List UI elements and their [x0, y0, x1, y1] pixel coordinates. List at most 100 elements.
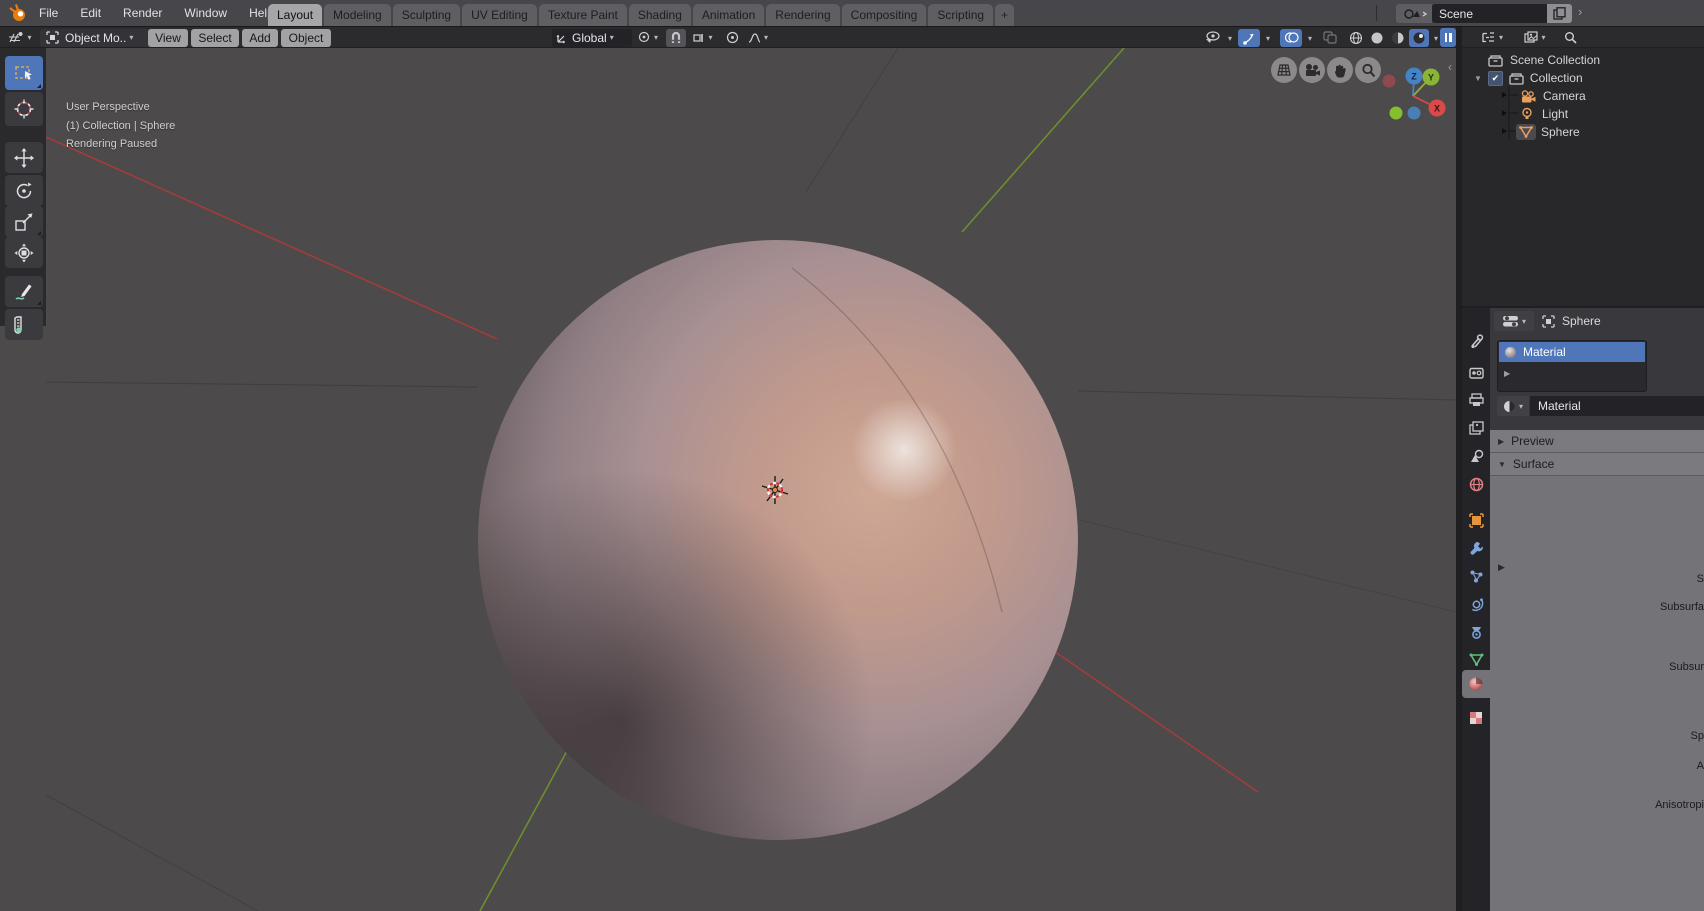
- pause-render-button[interactable]: [1440, 28, 1456, 47]
- select-menu-button[interactable]: Select: [191, 29, 239, 47]
- material-slot-list: Material ▶: [1497, 340, 1647, 392]
- pause-icon: [1445, 33, 1448, 42]
- tool-cursor[interactable]: [5, 92, 43, 126]
- outliner-display-mode-dropdown[interactable]: ▾: [1518, 29, 1552, 46]
- xray-toggle[interactable]: [1320, 29, 1340, 47]
- new-scene-button[interactable]: [1547, 4, 1572, 23]
- add-workspace-button[interactable]: +: [995, 4, 1014, 26]
- region-collapse-chevron[interactable]: ‹: [1448, 60, 1452, 74]
- axis-ball-negx[interactable]: [1383, 75, 1396, 88]
- mode-dropdown[interactable]: Object Mo.. ▾: [40, 29, 164, 47]
- show-gizmo-toggle[interactable]: [1238, 29, 1260, 47]
- slot-list-expander[interactable]: ▶: [1504, 369, 1510, 378]
- axis-ball-negz[interactable]: [1408, 107, 1421, 120]
- gizmo-dropdown-chevron[interactable]: ▾: [1266, 34, 1270, 43]
- tab-scene[interactable]: [1462, 443, 1490, 469]
- tool-move[interactable]: [5, 142, 43, 173]
- material-name: Material: [1538, 399, 1581, 413]
- snap-magnet-toggle[interactable]: [666, 29, 686, 47]
- tab-view-layer[interactable]: [1462, 415, 1490, 441]
- editor-type-3dview-button[interactable]: ▾: [4, 29, 36, 46]
- snap-target-dropdown[interactable]: ▾: [688, 29, 718, 47]
- axis-ball-negy[interactable]: [1390, 107, 1403, 120]
- shading-solid-button[interactable]: [1367, 29, 1387, 47]
- object-visibility-button[interactable]: [1200, 29, 1224, 47]
- tab-object[interactable]: [1462, 507, 1490, 533]
- proportional-falloff-dropdown[interactable]: ▾: [744, 29, 772, 47]
- material-name-field[interactable]: Material: [1530, 396, 1704, 416]
- tool-measure[interactable]: [5, 309, 43, 340]
- tab-shading[interactable]: Shading: [629, 4, 691, 26]
- tab-render[interactable]: [1462, 359, 1490, 385]
- editor-type-properties-button[interactable]: ▾: [1494, 311, 1534, 331]
- blender-logo-icon[interactable]: [8, 3, 28, 23]
- tool-select-box[interactable]: [5, 56, 43, 90]
- preview-section-header[interactable]: ▶ Preview: [1490, 430, 1704, 453]
- shading-wireframe-button[interactable]: [1346, 29, 1366, 47]
- outliner-row-light[interactable]: Light: [1462, 105, 1704, 123]
- editor-type-outliner-button[interactable]: ▾: [1476, 29, 1508, 46]
- transform-orientation-dropdown[interactable]: Global ▾: [552, 29, 632, 47]
- tab-texture-paint[interactable]: Texture Paint: [539, 4, 627, 26]
- menu-window[interactable]: Window: [173, 6, 238, 20]
- menu-file[interactable]: File: [28, 6, 69, 20]
- surface-section-header[interactable]: ▼ Surface: [1490, 453, 1704, 476]
- add-menu-button[interactable]: Add: [242, 29, 278, 47]
- 3d-viewport[interactable]: User Perspective (1) Collection | Sphere…: [0, 48, 1456, 911]
- show-overlays-toggle[interactable]: [1280, 29, 1302, 47]
- tool-annotate[interactable]: [5, 276, 43, 307]
- tab-scripting[interactable]: Scripting: [928, 4, 993, 26]
- object-mode-icon: [46, 31, 59, 44]
- tool-scale[interactable]: [5, 206, 43, 237]
- material-browse-button[interactable]: ▾: [1497, 396, 1529, 416]
- tab-sculpting[interactable]: Sculpting: [393, 4, 460, 26]
- pan-view-button[interactable]: [1327, 57, 1353, 83]
- surface-node-expander[interactable]: ▶: [1498, 562, 1505, 573]
- outliner-row-scene-collection[interactable]: Scene Collection: [1462, 51, 1704, 69]
- axis-navigation-gizmo[interactable]: Z Y X: [1376, 60, 1454, 128]
- tab-texture[interactable]: [1462, 705, 1490, 731]
- outliner-row-camera[interactable]: Camera: [1462, 87, 1704, 105]
- expand-triangle-icon[interactable]: ▼: [1474, 74, 1482, 83]
- tool-transform[interactable]: [5, 237, 43, 268]
- visibility-dropdown-chevron[interactable]: ▾: [1228, 34, 1232, 43]
- tool-rotate[interactable]: [5, 175, 43, 206]
- scene-browse-button[interactable]: [1396, 4, 1432, 23]
- menu-edit[interactable]: Edit: [69, 6, 112, 20]
- outliner-row-collection[interactable]: ▼ ✔ Collection: [1462, 69, 1704, 87]
- material-slot-selected[interactable]: Material: [1499, 342, 1645, 362]
- collection-checkbox[interactable]: ✔: [1488, 71, 1503, 86]
- pivot-point-dropdown[interactable]: ▾: [634, 29, 662, 47]
- outliner-row-sphere[interactable]: Sphere: [1462, 123, 1704, 141]
- tab-uv-editing[interactable]: UV Editing: [462, 4, 537, 26]
- tab-world[interactable]: [1462, 471, 1490, 497]
- scene-name-field[interactable]: Scene: [1432, 4, 1552, 23]
- tab-modeling[interactable]: Modeling: [324, 4, 391, 26]
- perspective-toggle-button[interactable]: [1271, 57, 1297, 83]
- breadcrumb-object[interactable]: Sphere: [1562, 314, 1601, 328]
- outliner-search-icon[interactable]: [1562, 30, 1578, 45]
- shading-material-preview-button[interactable]: [1388, 29, 1408, 47]
- tab-compositing[interactable]: Compositing: [842, 4, 927, 26]
- tab-output[interactable]: [1462, 387, 1490, 413]
- camera-view-button[interactable]: [1299, 57, 1325, 83]
- shading-rendered-button[interactable]: [1409, 29, 1429, 47]
- tab-physics[interactable]: [1462, 591, 1490, 617]
- tab-animation[interactable]: Animation: [693, 4, 764, 26]
- tab-rendering[interactable]: Rendering: [766, 4, 839, 26]
- tab-modifiers[interactable]: [1462, 535, 1490, 561]
- workspace-tabs: Layout Modeling Sculpting UV Editing Tex…: [268, 2, 1014, 26]
- outliner-label: Camera: [1543, 89, 1586, 103]
- overlays-dropdown-chevron[interactable]: ▾: [1308, 34, 1312, 43]
- tab-particles[interactable]: [1462, 563, 1490, 589]
- object-menu-button[interactable]: Object: [281, 29, 331, 47]
- menu-render[interactable]: Render: [112, 6, 173, 20]
- tab-material[interactable]: [1462, 670, 1490, 698]
- tab-constraints[interactable]: [1462, 619, 1490, 645]
- scene-extras-chevron[interactable]: ›: [1578, 4, 1582, 19]
- proportional-editing-toggle[interactable]: [722, 29, 742, 47]
- tab-tool[interactable]: [1462, 328, 1490, 354]
- tab-layout[interactable]: Layout: [268, 4, 322, 26]
- view-menu-button[interactable]: View: [148, 29, 188, 47]
- shading-dropdown-chevron[interactable]: ▾: [1434, 34, 1438, 43]
